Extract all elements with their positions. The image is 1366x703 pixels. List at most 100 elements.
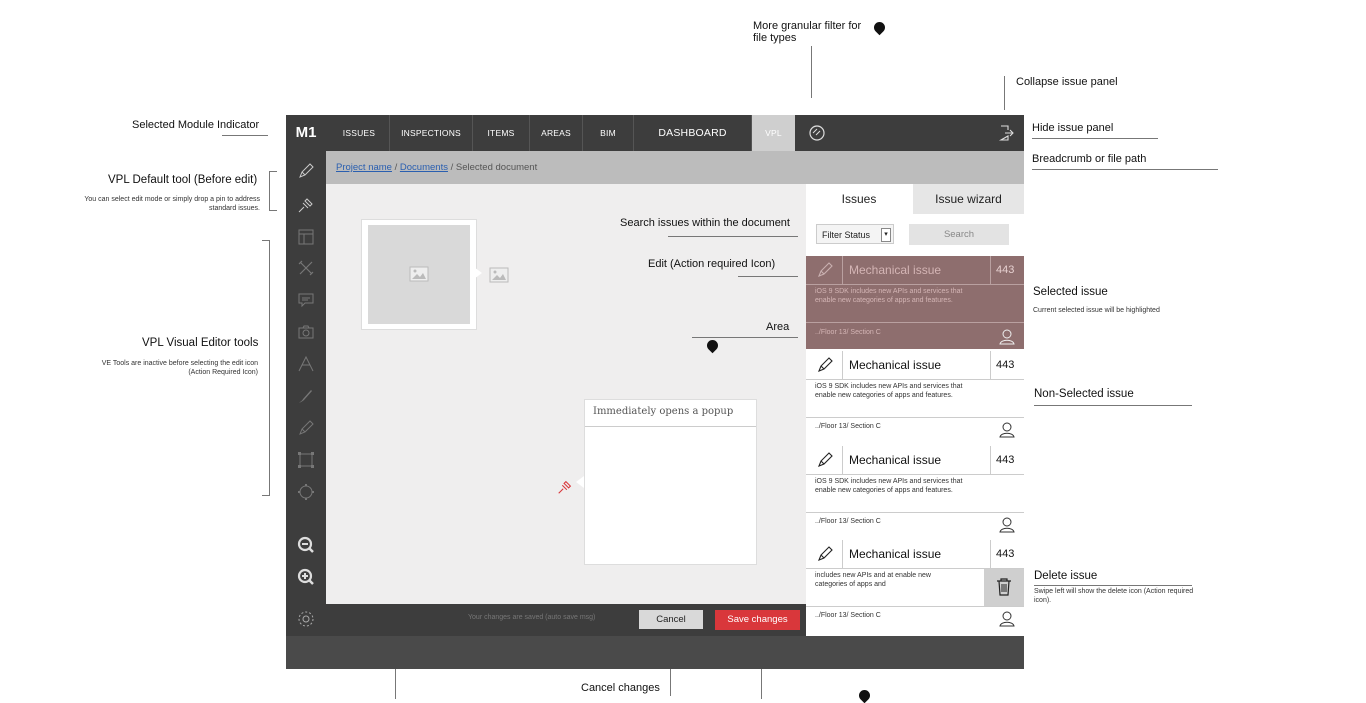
brush-icon[interactable] — [296, 386, 316, 406]
pencil-icon[interactable] — [296, 418, 316, 438]
assignee-icon[interactable] — [998, 610, 1016, 628]
filter-status-value: Filter Status — [822, 230, 871, 240]
pencil-icon[interactable] — [296, 161, 316, 181]
divider — [806, 474, 1024, 475]
issue-popup[interactable]: Immediately opens a popup — [584, 399, 757, 565]
issue-item-selected[interactable]: Mechanical issue 443 iOS 9 SDK includes … — [806, 256, 1024, 349]
app-footer — [286, 636, 1024, 669]
tab-issues[interactable]: ISSUES — [330, 115, 388, 151]
area-pin-icon — [704, 337, 721, 354]
annotation-area: Area — [766, 321, 790, 333]
zoom-in-icon[interactable] — [296, 567, 316, 587]
annotation-edit-action: Edit (Action required Icon) — [648, 258, 776, 270]
annotation-bracket — [269, 240, 270, 496]
filter-status-select[interactable]: Filter Status ▾ — [816, 224, 894, 244]
settings-icon[interactable] — [296, 609, 316, 629]
rectangle-tool-icon[interactable] — [296, 450, 316, 470]
edit-pencil-icon[interactable] — [815, 544, 835, 564]
search-button[interactable]: Search — [909, 224, 1009, 245]
tab-bim[interactable]: BIM — [582, 115, 633, 151]
issue-path: ../Floor 13/ Section C — [815, 329, 881, 336]
file-type-filter-icon[interactable] — [808, 124, 826, 142]
annotation-line — [1032, 169, 1218, 170]
tab-issues-panel[interactable]: Issues — [806, 184, 912, 214]
issue-count: 443 — [996, 548, 1015, 560]
annotation-bracket — [262, 495, 270, 496]
assignee-icon[interactable] — [998, 516, 1016, 534]
tools-icon[interactable] — [296, 258, 316, 278]
edit-pencil-icon[interactable] — [815, 355, 835, 375]
assignee-icon[interactable] — [998, 328, 1016, 346]
issue-count: 443 — [996, 359, 1015, 371]
annotation-granular-filter: More granular filter for file types — [753, 20, 862, 44]
tab-items[interactable]: ITEMS — [472, 115, 529, 151]
zoom-out-icon[interactable] — [296, 535, 316, 555]
tab-dashboard[interactable]: DASHBOARD — [633, 115, 751, 151]
annotation-line — [1032, 138, 1158, 139]
annotation-search-issues: Search issues within the document — [620, 217, 790, 229]
annotation-cancel-changes: Cancel changes — [581, 682, 660, 694]
issue-path: ../Floor 13/ Section C — [815, 612, 881, 619]
save-changes-button[interactable]: Save changes — [715, 610, 800, 630]
issue-item-swiped[interactable]: Mechanical issue 443 includes new APIs a… — [806, 540, 1024, 636]
module-indicator: M1 — [295, 124, 317, 141]
thumbnail-arrow — [474, 267, 482, 279]
autosave-message: Your changes are saved (auto save msg) — [468, 614, 596, 621]
hide-panel-icon[interactable] — [997, 124, 1015, 142]
document-canvas[interactable]: Search issues within the document Edit (… — [326, 184, 806, 604]
annotation-hide-panel: Hide issue panel — [1032, 122, 1114, 134]
annotation-selected-issue: Selected issue — [1033, 286, 1108, 298]
annotation-collapse-panel: Collapse issue panel — [1016, 76, 1118, 88]
top-navigation: M1 ISSUES INSPECTIONS ITEMS AREAS BIM DA… — [286, 115, 1024, 151]
annotation-selected-issue-desc: Current selected issue will be highlight… — [1033, 307, 1160, 314]
vpl-toolbar — [286, 151, 326, 669]
annotation-line — [692, 337, 798, 338]
divider — [806, 512, 1024, 513]
issue-path: ../Floor 13/ Section C — [815, 518, 881, 525]
annotation-bracket — [269, 171, 270, 211]
annotation-breadcrumb: Breadcrumb or file path — [1032, 153, 1147, 165]
assignee-icon[interactable] — [998, 421, 1016, 439]
delete-area[interactable] — [984, 569, 1024, 606]
tab-vpl[interactable]: VPL — [751, 115, 795, 151]
issue-count: 443 — [996, 454, 1015, 466]
annotation-bracket — [269, 210, 277, 211]
divider — [806, 322, 1024, 323]
edit-pencil-icon[interactable] — [815, 450, 835, 470]
issue-item[interactable]: Mechanical issue 443 iOS 9 SDK includes … — [806, 446, 1024, 540]
trash-icon[interactable] — [995, 577, 1013, 597]
annotation-bracket — [262, 240, 270, 241]
layout-tool-icon[interactable] — [296, 227, 316, 247]
annotation-line — [222, 135, 268, 136]
issue-item[interactable]: Mechanical issue 443 iOS 9 SDK includes … — [806, 351, 1024, 445]
dropdown-arrow-icon: ▾ — [881, 228, 891, 242]
issue-title: Mechanical issue — [849, 263, 942, 277]
divider — [990, 540, 991, 568]
breadcrumb-documents-link[interactable]: Documents — [400, 162, 448, 173]
popup-title: Immediately opens a popup — [585, 400, 756, 427]
comment-icon[interactable] — [296, 290, 316, 310]
issue-description: iOS 9 SDK includes new APIs and services… — [815, 288, 963, 304]
pin-tool-icon[interactable] — [296, 195, 316, 215]
annotation-vpl-visual-tools-desc: VE Tools are inactive before selecting t… — [101, 360, 258, 376]
issue-count: 443 — [996, 264, 1015, 276]
tab-inspections[interactable]: INSPECTIONS — [389, 115, 472, 151]
annotation-pin-icon — [856, 687, 873, 703]
tab-areas[interactable]: AREAS — [529, 115, 582, 151]
tab-issue-wizard[interactable]: Issue wizard — [913, 184, 1024, 214]
dropped-pin-icon[interactable] — [556, 478, 574, 496]
document-thumbnail-card[interactable] — [361, 219, 477, 330]
text-tool-icon[interactable] — [296, 354, 316, 374]
camera-icon[interactable] — [296, 322, 316, 342]
cancel-button[interactable]: Cancel — [639, 610, 703, 629]
annotation-vpl-visual-tools: VPL Visual Editor tools — [142, 337, 259, 349]
breadcrumb-project-link[interactable]: Project name — [336, 162, 392, 173]
divider — [842, 351, 843, 379]
breadcrumb-current: Selected document — [455, 162, 538, 173]
edit-pencil-icon[interactable] — [815, 260, 835, 280]
circle-tool-icon[interactable] — [296, 482, 316, 502]
divider — [806, 606, 1024, 607]
divider — [990, 446, 991, 474]
issue-title: Mechanical issue — [849, 453, 942, 467]
save-bar: Your changes are saved (auto save msg) C… — [326, 604, 806, 636]
